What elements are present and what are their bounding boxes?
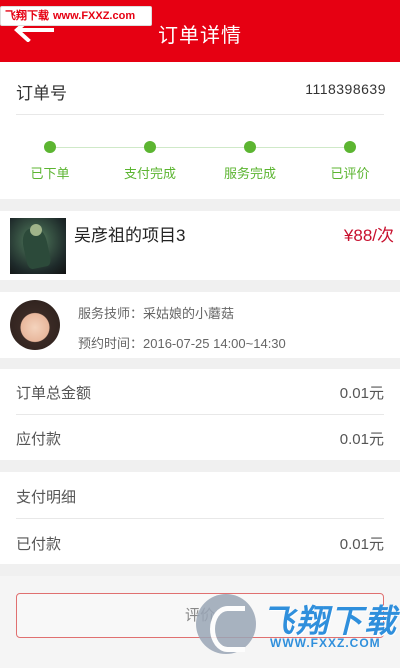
step-label: 支付完成 [123,166,176,181]
amount-card: 订单总金额 0.01元 应付款 0.01元 [0,369,400,460]
project-thumbnail [10,218,66,274]
order-card: 订单号 1118398639 已下单 支付完成 服务完成 已评价 [0,62,400,199]
divider [16,414,384,415]
watermark-url: www.FXXZ.com [53,10,136,22]
step-label: 已评价 [330,166,370,181]
divider [16,518,384,519]
order-number-label: 订单号 [16,84,67,103]
project-row[interactable]: 吴彦祖的项目3 ¥88/次 [0,211,400,280]
project-name: 吴彦祖的项目3 [74,226,186,245]
appointment-time: 预约时间：2016-07-25 14:00~14:30 [78,336,286,351]
total-amount-label: 订单总金额 [16,385,92,402]
step-reviewed: 已评价 [305,140,395,182]
watermark-bottom: 飞翔下载 WWW.FXXZ.COM [190,590,396,660]
step-label: 已下单 [30,166,70,181]
technician-name: 服务技师：采姑娘的小蘑菇 [78,306,235,321]
payable-label: 应付款 [16,431,62,448]
step-dot-icon [44,141,56,153]
payment-detail-card: 支付明细 已付款 0.01元 [0,472,400,564]
technician-avatar [10,300,60,350]
step-label: 服务完成 [223,166,276,181]
paid-value: 0.01元 [339,536,384,553]
order-number-value: 1118398639 [305,81,386,97]
watermark-url: WWW.FXXZ.COM [270,636,381,650]
step-paid: 支付完成 [105,140,195,182]
total-amount-value: 0.01元 [339,385,384,402]
step-service-done: 服务完成 [205,140,295,182]
technician-row[interactable]: 服务技师：采姑娘的小蘑菇 预约时间：2016-07-25 14:00~14:30 [0,292,400,358]
payable-value: 0.01元 [339,431,384,448]
paid-label: 已付款 [16,536,62,553]
step-dot-icon [144,141,156,153]
step-dot-icon [244,141,256,153]
step-dot-icon [344,141,356,153]
watermark-top: 飞翔下载 www.FXXZ.com [0,6,152,26]
step-ordered: 已下单 [5,140,95,182]
order-progress: 已下单 支付完成 服务完成 已评价 [0,140,400,190]
watermark-logo-icon [196,594,256,654]
project-price: ¥88/次 [343,226,394,245]
payment-detail-title: 支付明细 [16,489,77,506]
divider [16,114,384,115]
header-bar: 订单详情 飞翔下载 www.FXXZ.com [0,0,400,62]
watermark-site-name: 飞翔下载 [5,10,49,22]
